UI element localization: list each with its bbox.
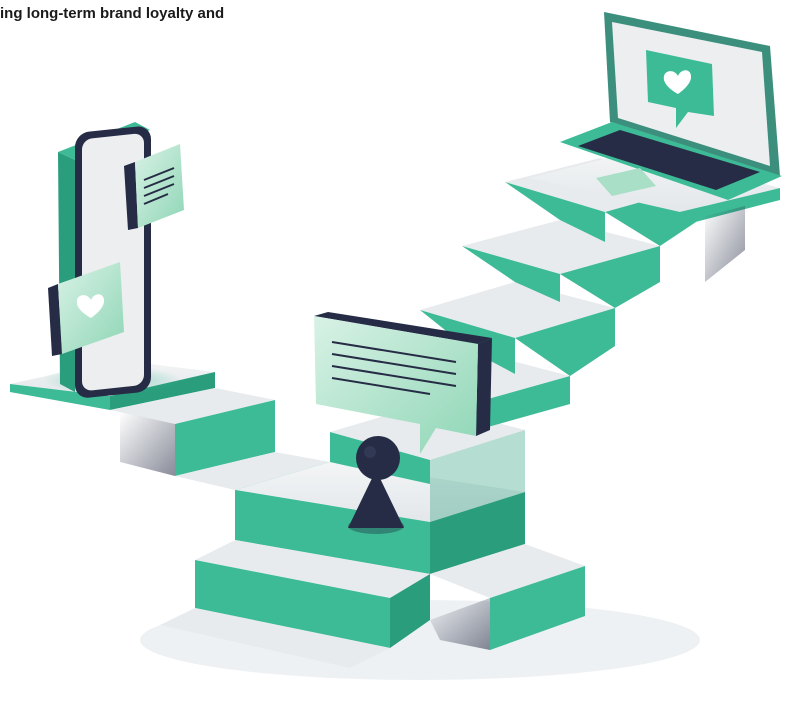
staircase-illustration xyxy=(10,12,782,680)
